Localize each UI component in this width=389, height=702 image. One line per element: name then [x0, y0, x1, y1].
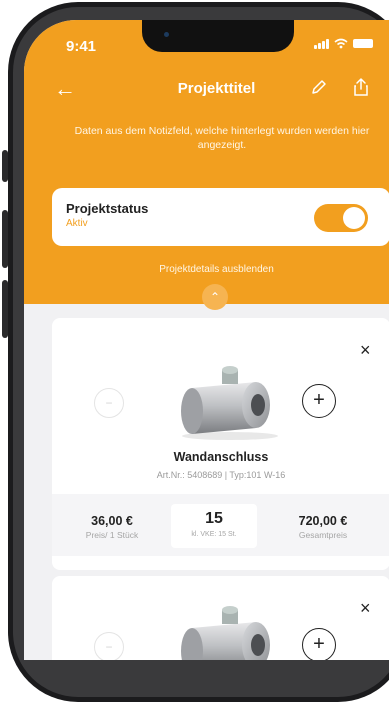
edit-pencil-icon[interactable] — [310, 78, 328, 96]
product-name: Wandanschluss — [173, 450, 269, 464]
unit-price-label: Preis/ 1 Stück — [85, 530, 139, 540]
product-card: × − + Wandanschluss Art.Nr.: 5408689 | T… — [52, 318, 389, 570]
hide-details-link[interactable]: Projektdetails ausblenden — [24, 264, 389, 275]
minus-button[interactable]: − — [94, 388, 124, 418]
product-image — [181, 366, 278, 440]
plus-button[interactable]: + — [302, 628, 336, 660]
project-status-card: Projektstatus Aktiv — [52, 188, 389, 246]
price-row: 36,00 € Preis/ 1 Stück 15 kl. VKE: 15 St… — [52, 494, 389, 556]
app-screen: 9:41 ← Projekttitel Daten aus dem Notizf… — [24, 20, 389, 660]
project-status-value: Aktiv — [66, 218, 88, 229]
total-price: 720,00 € — [298, 514, 348, 528]
volume-down-button — [2, 280, 8, 338]
page-title: Projekttitel — [177, 80, 256, 97]
toggle-knob — [343, 207, 365, 229]
plus-button[interactable]: + — [302, 384, 336, 418]
notch — [142, 20, 294, 52]
product-article: Art.Nr.: 5408689 | Typ:101 W-16 — [156, 470, 286, 480]
quantity-field[interactable]: 15 kl. VKE: 15 St. — [171, 504, 257, 548]
quantity-value: 15 — [205, 510, 223, 527]
project-status-toggle[interactable] — [314, 204, 368, 232]
unit-price-block: 36,00 € Preis/ 1 Stück — [72, 514, 152, 540]
wifi-icon — [334, 38, 348, 49]
notes-text: Daten aus dem Notizfeld, welche hinterle… — [74, 125, 370, 151]
close-icon[interactable]: × — [360, 340, 371, 361]
signal-icon — [314, 38, 329, 49]
camera-dot — [164, 32, 169, 37]
total-price-label: Gesamtpreis — [298, 530, 348, 540]
close-icon[interactable]: × — [360, 598, 371, 619]
battery-icon — [353, 39, 373, 48]
project-status-label: Projektstatus — [66, 201, 149, 216]
status-time: 9:41 — [66, 38, 97, 55]
min-quantity-label: kl. VKE: 15 St. — [191, 531, 237, 538]
collapse-chevron-icon[interactable]: ⌃ — [202, 284, 228, 310]
minus-button[interactable]: − — [94, 632, 124, 660]
share-icon[interactable] — [352, 77, 370, 97]
unit-price: 36,00 € — [91, 514, 133, 528]
product-card: × − + — [52, 576, 389, 660]
mute-switch — [2, 150, 8, 182]
total-price-block: 720,00 € Gesamtpreis — [278, 514, 368, 540]
product-image — [181, 606, 270, 660]
status-icons — [314, 38, 373, 49]
header-area — [24, 20, 389, 304]
volume-up-button — [2, 210, 8, 268]
